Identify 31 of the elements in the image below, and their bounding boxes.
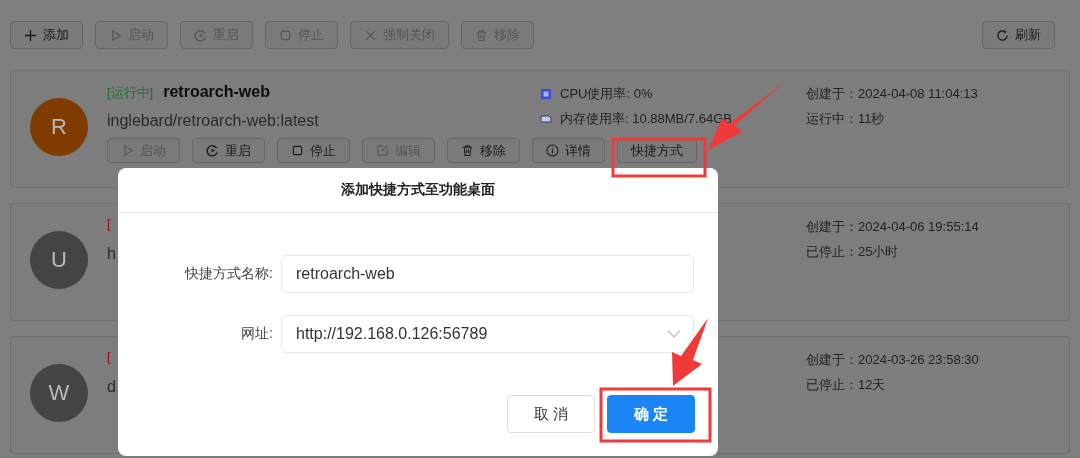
button[interactable]: 移除 (447, 138, 520, 163)
memory-usage: 内存使用率: 10.88MB/7.64GB (560, 110, 732, 128)
created-time: 创建于：2024-04-08 11:04:13 (806, 86, 979, 102)
field-label: 快捷方式名称: (183, 265, 274, 283)
confirm-button[interactable]: 确 定 (607, 395, 695, 433)
run-state-time: 运行中：11秒 (806, 111, 886, 127)
input-field[interactable]: retroarch-web (281, 255, 694, 293)
cancel-button[interactable]: 取 消 (507, 395, 595, 433)
cpu-usage: CPU使用率: 0% (560, 85, 653, 103)
button[interactable]: 添加 (10, 21, 83, 49)
container-name: retroarch-web (163, 83, 270, 101)
url-select[interactable]: http://192.168.0.126:56789 (281, 315, 694, 353)
refresh-button[interactable]: 刷新 (982, 21, 1055, 49)
image-name: h (107, 245, 117, 263)
button[interactable]: 详情 (532, 138, 605, 163)
image-name: d (107, 378, 117, 396)
status-label: [ (107, 349, 111, 364)
dialog-title: 添加快捷方式至功能桌面 (118, 168, 718, 213)
status-label: [ (107, 216, 111, 231)
button[interactable]: 重启 (192, 138, 265, 163)
avatar: R (30, 98, 88, 156)
avatar: U (30, 231, 88, 289)
button[interactable]: 停止 (277, 138, 350, 163)
created-time: 创建于：2024-03-26 23:58:30 (806, 352, 980, 368)
avatar: W (30, 364, 88, 422)
run-state-time: 已停止：12天 (806, 377, 887, 393)
image-name: inglebard/retroarch-web:latest (107, 112, 320, 130)
run-state-time: 已停止：25小时 (806, 244, 900, 260)
field-label: 网址: (240, 325, 274, 343)
status-label: [运行中] (107, 84, 154, 102)
created-time: 创建于：2024-04-06 19:55:14 (806, 219, 980, 235)
